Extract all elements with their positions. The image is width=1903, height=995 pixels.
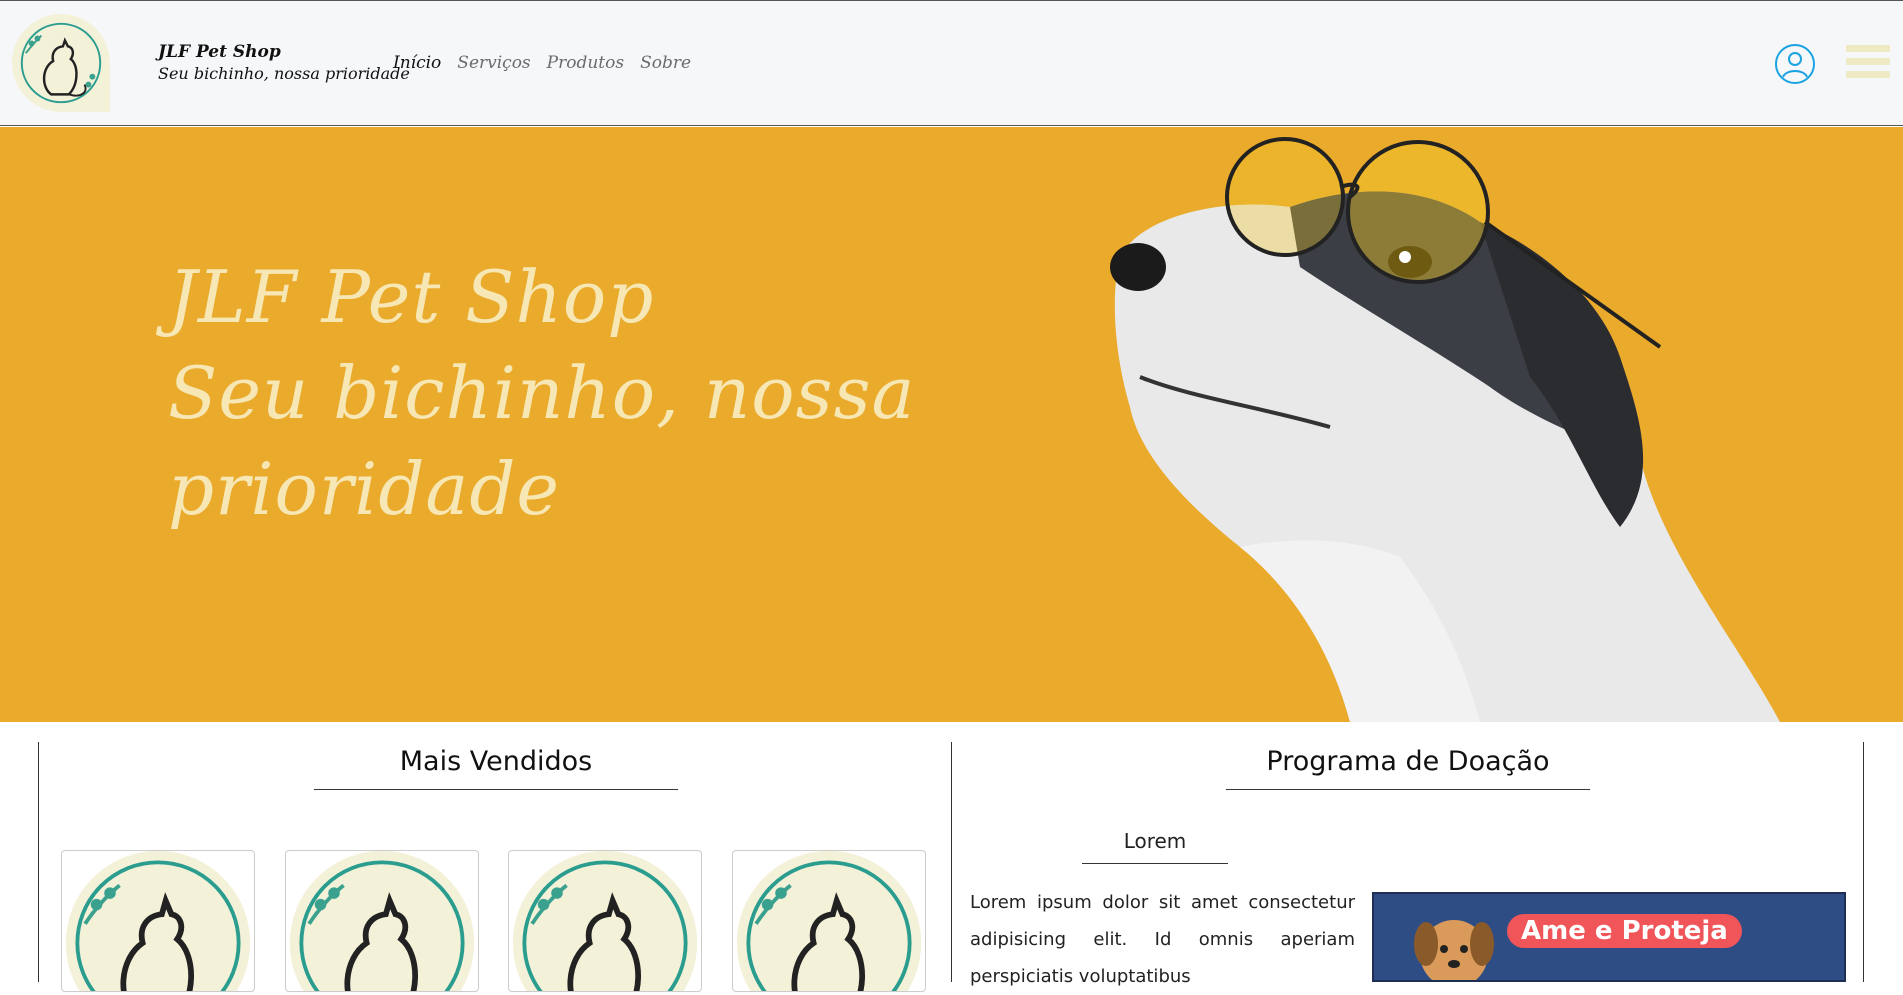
title-underline	[314, 789, 678, 790]
navbar: JLF Pet Shop Seu bichinho, nossa priorid…	[0, 0, 1903, 126]
donation-banner-label: Ame e Proteja	[1507, 914, 1742, 948]
dog-with-glasses-image	[1110, 137, 1780, 722]
brand-name: JLF Pet Shop	[158, 42, 281, 62]
hero-title-line1: JLF Pet Shop	[168, 255, 655, 339]
user-button[interactable]	[1774, 43, 1816, 85]
donation-title: Programa de Doação	[1266, 746, 1550, 777]
donation-banner-image[interactable]: Ame e Proteja	[1372, 892, 1846, 982]
hamburger-line	[1846, 58, 1890, 65]
brand: JLF Pet Shop Seu bichinho, nossa priorid…	[158, 41, 410, 85]
user-circle-icon	[1775, 44, 1815, 84]
donation-body-text: Lorem ipsum dolor sit amet consectetur a…	[970, 892, 1355, 987]
nav-link-sobre[interactable]: Sobre	[640, 53, 691, 73]
best-sellers-title: Mais Vendidos	[399, 746, 593, 777]
cat-logo-icon	[20, 22, 102, 104]
hamburger-line	[1846, 71, 1890, 78]
hero-title: JLF Pet Shop Seu bichinho, nossa priorid…	[168, 249, 928, 537]
hamburger-menu-button[interactable]	[1846, 45, 1890, 87]
hero-banner: JLF Pet Shop Seu bichinho, nossa priorid…	[0, 127, 1903, 722]
donation-subtitle: Lorem	[1123, 829, 1187, 853]
brand-logo[interactable]	[12, 14, 110, 112]
brand-tagline: Seu bichinho, nossa prioridade	[158, 64, 410, 83]
hamburger-menu-icon	[1846, 45, 1890, 52]
nav-link-inicio[interactable]: Início	[393, 53, 441, 73]
nav-links: Início Serviços Produtos Sobre	[393, 53, 691, 73]
hero-title-line2: Seu bichinho, nossa prioridade	[168, 351, 916, 531]
donation-panel: Programa de Doação Lorem Lorem ipsum dol…	[951, 742, 1864, 987]
nav-link-produtos[interactable]: Produtos	[547, 53, 624, 73]
title-underline	[1226, 789, 1590, 790]
nav-link-servicos[interactable]: Serviços	[457, 53, 530, 73]
best-sellers-panel: Mais Vendidos	[38, 742, 951, 992]
subtitle-underline	[1082, 863, 1228, 864]
